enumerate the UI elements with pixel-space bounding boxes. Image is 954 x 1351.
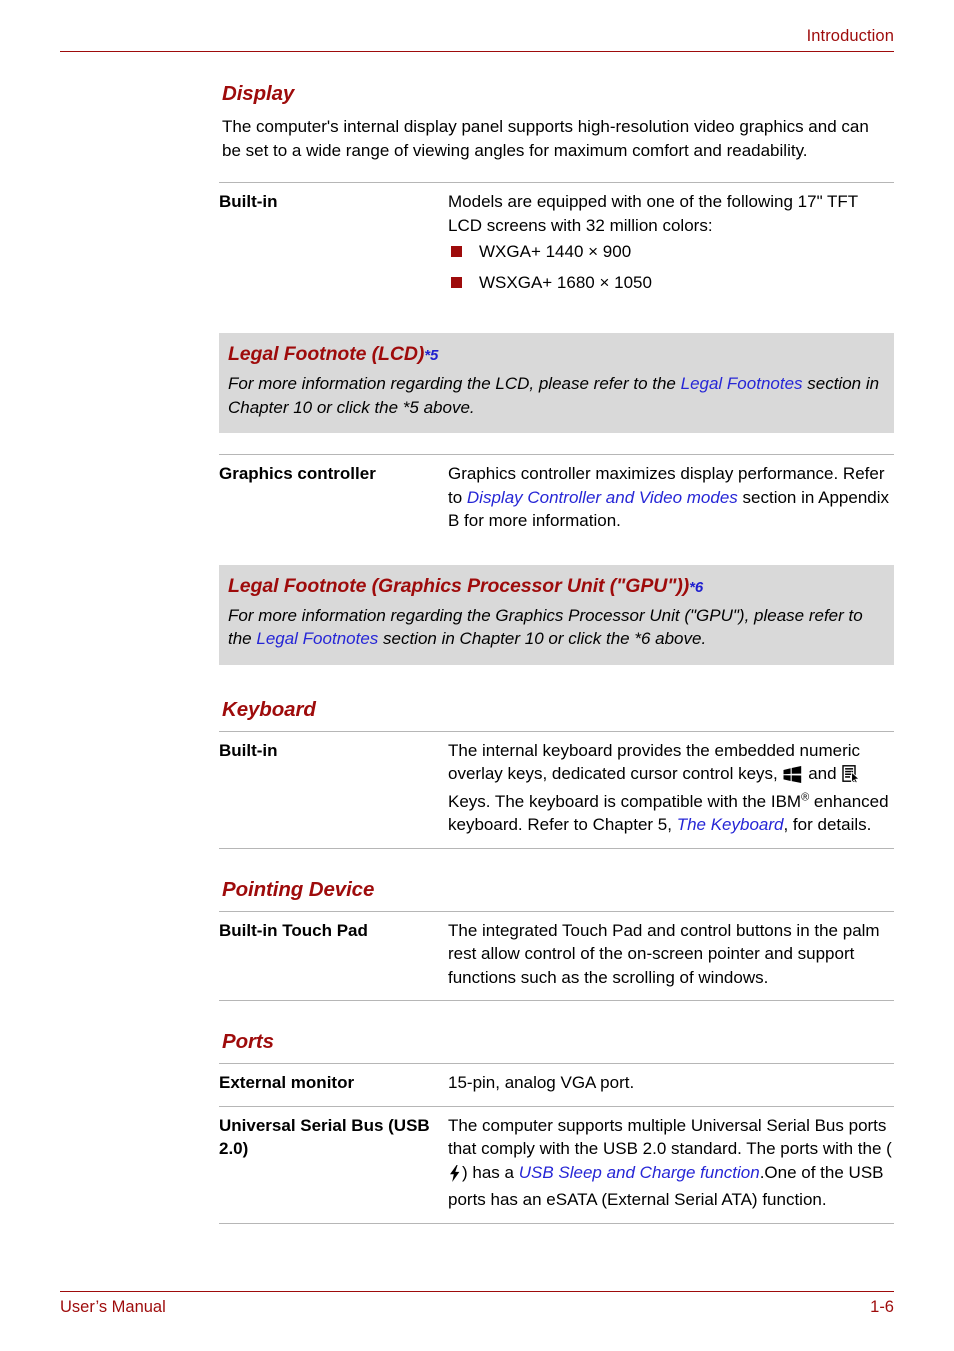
table-row: Built-in Touch Pad The integrated Touch …: [219, 910, 894, 1001]
footer-manual-label: User’s Manual: [60, 1298, 166, 1316]
footnote-ref-link-5[interactable]: *5: [424, 347, 438, 364]
usb-text-a: The computer supports multiple Universal…: [448, 1115, 892, 1159]
keyboard-spec-table: Built-in The internal keyboard provides …: [219, 730, 894, 849]
callout-heading-gpu: Legal Footnote (Graphics Processor Unit …: [228, 575, 880, 598]
display-spec-table: Built-in Models are equipped with one of…: [219, 182, 894, 312]
section-heading-keyboard: Keyboard: [222, 697, 316, 721]
table-row: Universal Serial Bus (USB 2.0) The compu…: [219, 1105, 894, 1224]
page-footer: User’s Manual 1-6: [60, 1291, 894, 1317]
callout-heading-lcd: Legal Footnote (LCD)*5: [228, 343, 880, 366]
list-item: WXGA+ 1440 × 900: [448, 240, 894, 264]
list-item-label: WXGA+ 1440 × 900: [479, 242, 632, 261]
callout-body-gpu: For more information regarding the Graph…: [228, 604, 880, 651]
kb-text-c: Keys. The keyboard is compatible with th…: [448, 791, 802, 811]
table-row: Built-in The internal keyboard provides …: [219, 730, 894, 849]
row-label-external-monitor: External monitor: [219, 1063, 448, 1106]
header-title: Introduction: [806, 27, 894, 45]
callout-legal-footnote-gpu: Legal Footnote (Graphics Processor Unit …: [219, 564, 894, 665]
callout-text-before: For more information regarding the LCD, …: [228, 374, 681, 393]
display-intro-paragraph: The computer's internal display panel su…: [222, 117, 869, 160]
row-value-graphics-controller: Graphics controller maximizes display pe…: [448, 454, 894, 544]
footer-divider: [60, 1291, 894, 1292]
document-page: Introduction Display The computer's inte…: [0, 0, 954, 1351]
application-key-icon: [842, 765, 861, 790]
square-bullet-icon: [451, 276, 462, 288]
graphics-controller-table: Graphics controller Graphics controller …: [219, 454, 894, 544]
footnote-ref-link-6[interactable]: *6: [689, 579, 703, 596]
row-label-usb: Universal Serial Bus (USB 2.0): [219, 1105, 448, 1224]
row-label-touch-pad: Built-in Touch Pad: [219, 910, 448, 1001]
row-label-built-in: Built-in: [219, 182, 448, 312]
kb-text-b: and: [803, 764, 842, 783]
registered-mark: ®: [801, 790, 810, 803]
callout-heading-text: Legal Footnote (Graphics Processor Unit …: [228, 574, 690, 597]
link-legal-footnotes[interactable]: Legal Footnotes: [256, 629, 378, 648]
row-label-graphics-controller: Graphics controller: [219, 454, 448, 544]
header-divider: [60, 51, 894, 52]
row-value-touch-pad: The integrated Touch Pad and control but…: [448, 910, 894, 1001]
page-header: Introduction: [60, 26, 894, 52]
row-value-keyboard-built-in: The internal keyboard provides the embed…: [448, 730, 894, 849]
section-heading-pointing-device: Pointing Device: [222, 877, 375, 901]
row-value-external-monitor: 15-pin, analog VGA port.: [448, 1063, 894, 1106]
link-display-controller-and-video-modes[interactable]: Display Controller and Video modes: [467, 488, 738, 507]
ports-spec-table: External monitor 15-pin, analog VGA port…: [219, 1063, 894, 1224]
kb-text-e: , for details.: [783, 815, 872, 834]
lightning-bolt-icon: [449, 1164, 461, 1189]
square-bullet-icon: [451, 246, 462, 257]
table-row: Built-in Models are equipped with one of…: [219, 182, 894, 312]
callout-heading-text: Legal Footnote (LCD): [228, 343, 425, 365]
resolution-bullet-list: WXGA+ 1440 × 900 WSXGA+ 1680 × 1050: [448, 240, 894, 294]
built-in-lead-text: Models are equipped with one of the foll…: [448, 192, 858, 235]
link-usb-sleep-and-charge-function[interactable]: USB Sleep and Charge function: [519, 1163, 760, 1182]
callout-body-lcd: For more information regarding the LCD, …: [228, 372, 880, 419]
row-label-keyboard-built-in: Built-in: [219, 730, 448, 849]
list-item: WSXGA+ 1680 × 1050: [448, 271, 894, 295]
table-row: External monitor 15-pin, analog VGA port…: [219, 1063, 894, 1106]
row-value-usb: The computer supports multiple Universal…: [448, 1105, 894, 1224]
link-the-keyboard[interactable]: The Keyboard: [677, 815, 784, 834]
windows-key-icon: [783, 766, 802, 790]
page-content: Display The computer's internal display …: [219, 82, 894, 1224]
footer-page-number: 1-6: [870, 1298, 894, 1316]
link-legal-footnotes[interactable]: Legal Footnotes: [681, 374, 803, 393]
pointing-device-spec-table: Built-in Touch Pad The integrated Touch …: [219, 910, 894, 1002]
callout-text-after: section in Chapter 10 or click the *6 ab…: [378, 629, 707, 648]
table-row: Graphics controller Graphics controller …: [219, 454, 894, 544]
section-heading-display: Display: [222, 82, 295, 105]
footer-row: User’s Manual 1-6: [60, 1298, 894, 1317]
callout-legal-footnote-lcd: Legal Footnote (LCD)*5 For more informat…: [219, 333, 894, 433]
row-value-built-in: Models are equipped with one of the foll…: [448, 182, 894, 312]
usb-text-b: ) has a: [462, 1162, 519, 1182]
section-heading-ports: Ports: [222, 1030, 274, 1053]
list-item-label: WSXGA+ 1680 × 1050: [479, 272, 652, 292]
